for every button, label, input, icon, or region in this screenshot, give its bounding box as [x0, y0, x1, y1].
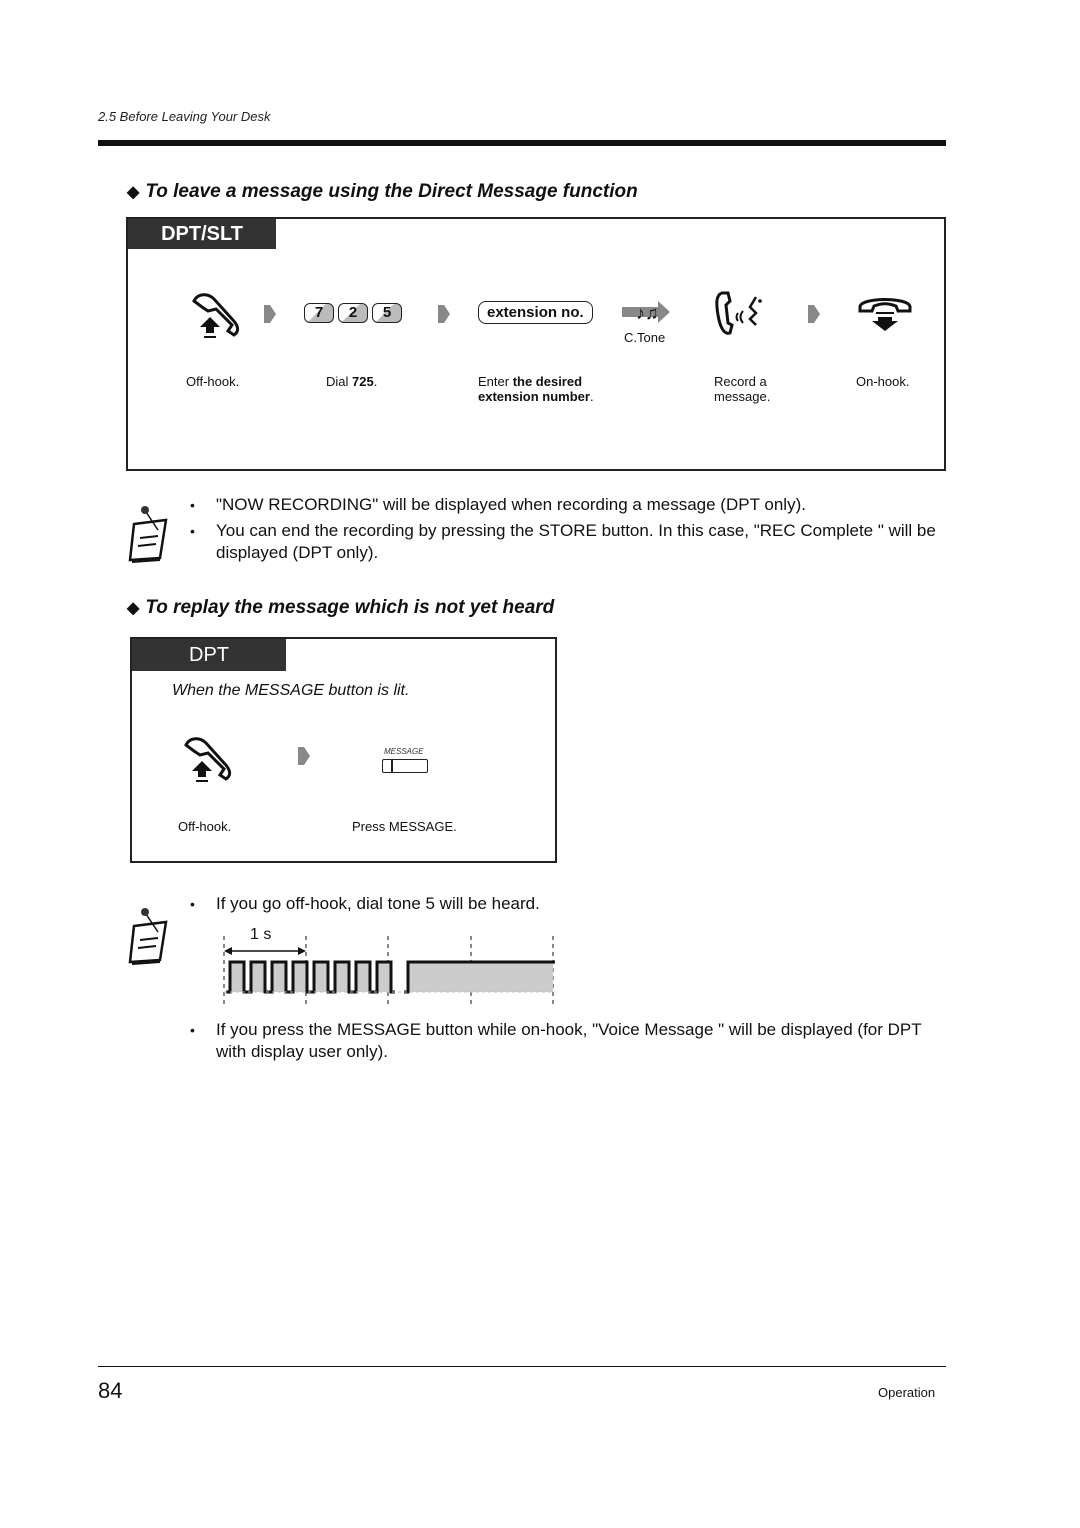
note-icon [128, 908, 168, 965]
dial-keys: 7 2 5 [304, 303, 406, 323]
procedure-panel-dpt-slt: DPT/SLT 7 2 5 extension no. ♪♫ C.Tone Of… [126, 217, 946, 471]
talk-record-icon [715, 291, 762, 335]
diamond-bullet-icon: ◆ [127, 600, 140, 617]
phone-type-tag: DPT [132, 639, 286, 671]
off-hook-icon [192, 293, 240, 338]
step-label-dial: Dial 725. [326, 374, 378, 389]
section-heading-direct-message: ◆ To leave a message using the Direct Mes… [127, 181, 638, 203]
step-arrow-icon [808, 305, 820, 323]
tone-pulse-fill [335, 962, 349, 992]
note-list-recording: • "NOW RECORDING" will be displayed when … [190, 494, 940, 564]
extension-number-key[interactable]: extension no. [478, 301, 593, 324]
tone-pulse-fill [356, 962, 370, 992]
tone-pulse-fill [293, 962, 307, 992]
continuous-tone-fill [408, 962, 553, 992]
tone-pulse-fill [377, 962, 391, 992]
condition-text: When the MESSAGE button is lit. [172, 682, 410, 699]
note-text: "NOW RECORDING" will be displayed when r… [216, 495, 806, 514]
phone-type-tag: DPT/SLT [128, 219, 276, 249]
message-key-caption: MESSAGE [384, 747, 424, 756]
confirmation-tone-arrow-icon: ♪♫ [622, 301, 670, 323]
bottom-rule [98, 1366, 946, 1367]
note-icon [128, 506, 168, 563]
off-hook-icon [184, 737, 232, 782]
tone-pulse-fill [272, 962, 286, 992]
heading-text: To replay the message which is not yet h… [145, 597, 555, 618]
interval-arrow [224, 947, 306, 955]
dial-tone-diagram [223, 936, 555, 1006]
step-label-off-hook: Off-hook. [186, 374, 240, 389]
diamond-bullet-icon: ◆ [127, 184, 140, 201]
note-text: You can end the recording by pressing th… [216, 521, 936, 562]
step-label-on-hook: On-hook. [856, 374, 910, 389]
tone-pulse-fill [314, 962, 328, 992]
note-item: • If you press the MESSAGE button while o… [190, 1019, 940, 1063]
ctone-label: C.Tone [624, 330, 666, 345]
dial-key-5[interactable]: 5 [372, 303, 402, 323]
svg-text:♪♫: ♪♫ [636, 303, 659, 323]
note-item: • If you go off-hook, dial tone 5 will be… [190, 894, 540, 913]
footer-section-label: Operation [878, 1385, 936, 1400]
note-text: If you press the MESSAGE button while on… [216, 1020, 922, 1061]
procedure-panel-dpt: DPT When the MESSAGE button is lit. MESS… [130, 637, 557, 863]
section-reference: 2.5 Before Leaving Your Desk [98, 109, 271, 124]
step-arrow-icon [438, 305, 450, 323]
top-rule [98, 140, 946, 146]
step-arrow-icon [298, 747, 310, 765]
step-label-record: Record a message. [714, 374, 771, 404]
tone-pulse-fill [230, 962, 244, 992]
message-button[interactable] [382, 759, 428, 773]
step-label-press-message: Press MESSAGE. [352, 819, 457, 834]
note-item: • You can end the recording by pressing t… [190, 520, 940, 564]
dial-key-7[interactable]: 7 [304, 303, 334, 323]
note-item: • "NOW RECORDING" will be displayed when … [190, 495, 806, 514]
tone-pulses [226, 960, 395, 994]
note-text: If you go off-hook, dial tone 5 will be … [216, 894, 540, 913]
step-arrow-icon [264, 305, 276, 323]
page-number: 84 [98, 1378, 123, 1403]
message-button-lamp [391, 760, 393, 772]
step-label-enter-extension: Enter the desired extension number. [478, 374, 594, 404]
tone-pulse-fill [251, 962, 265, 992]
step-label-off-hook: Off-hook. [178, 819, 232, 834]
on-hook-icon [858, 298, 912, 331]
dial-key-2[interactable]: 2 [338, 303, 368, 323]
heading-text: To leave a message using the Direct Mess… [145, 181, 638, 202]
section-heading-replay-message: ◆ To replay the message which is not yet … [127, 597, 554, 619]
